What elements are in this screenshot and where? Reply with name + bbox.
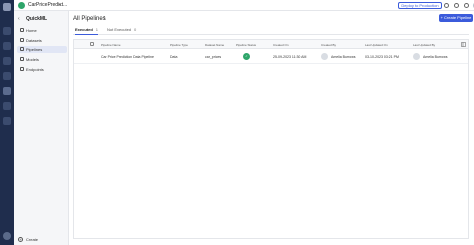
sidebar-title: QuickML: [26, 16, 48, 22]
help-icon[interactable]: [3, 232, 11, 240]
rail-icon-1[interactable]: [3, 27, 11, 35]
project-selector[interactable]: CarPricePredict...: [28, 2, 67, 8]
sidebar-item-endpoints[interactable]: Endpoints: [17, 66, 67, 73]
column-header[interactable]: Pipeline Status: [236, 43, 256, 47]
tab-label: Executed: [75, 27, 93, 32]
status-badge: ✓: [243, 53, 250, 60]
sidebar-item-label: Endpoints: [26, 67, 44, 72]
column-header[interactable]: Dataset Name: [205, 43, 224, 47]
tab-label: Not Executed: [107, 27, 132, 32]
project-logo-icon: [18, 2, 25, 9]
rail-icon-3[interactable]: [3, 57, 11, 65]
deploy-to-production-button[interactable]: Deploy to Production: [398, 2, 442, 9]
rail-icon-7[interactable]: [3, 117, 11, 125]
created-by: Amelia Burrows: [331, 55, 356, 59]
settings-icon[interactable]: [444, 3, 449, 8]
app-logo-icon[interactable]: [3, 3, 11, 11]
sidebar: ‹ QuickML Home Datasets Pipelines Models…: [14, 11, 69, 245]
column-header[interactable]: Created On: [273, 43, 289, 47]
home-icon: [20, 28, 24, 32]
back-icon[interactable]: ‹: [18, 16, 20, 22]
rail-icon-6[interactable]: [3, 102, 11, 110]
datasets-icon: [20, 38, 24, 42]
column-header[interactable]: Created By: [321, 43, 336, 47]
dataset-name: car_prices: [205, 55, 222, 59]
sidebar-item-label: Home: [26, 28, 37, 33]
endpoints-icon: [20, 67, 24, 71]
column-settings-icon[interactable]: [461, 42, 466, 47]
sidebar-item-home[interactable]: Home: [17, 27, 67, 34]
page-title: All Pipelines: [73, 16, 106, 22]
gear-icon[interactable]: [464, 3, 469, 8]
rail-icon-2[interactable]: [3, 42, 11, 50]
sidebar-item-datasets[interactable]: Datasets: [17, 37, 67, 44]
main-content: All Pipelines 1 + Create Pipeline Execut…: [69, 11, 474, 245]
pipeline-count-badge: 1: [103, 16, 106, 22]
models-icon: [20, 57, 24, 61]
top-bar: CarPricePredict... ▾ Deploy to Productio…: [14, 0, 474, 11]
rail-icon-quickml[interactable]: [3, 87, 11, 95]
updated-by: Amelia Burrows: [423, 55, 448, 59]
create-pipeline-button[interactable]: + Create Pipeline: [439, 14, 473, 22]
avatar: [413, 53, 420, 60]
column-header[interactable]: Last Updated By: [413, 43, 435, 47]
pipeline-type: Data: [170, 55, 178, 59]
tab-not-executed[interactable]: Not Executed 0: [107, 27, 136, 35]
pipeline-name[interactable]: Car Price Prediction Data Pipeline: [101, 55, 154, 59]
column-header[interactable]: Pipeline Type: [170, 43, 188, 47]
tab-count: 1: [95, 27, 99, 32]
rail-icon-4[interactable]: [3, 72, 11, 80]
column-header[interactable]: Last Updated On: [365, 43, 388, 47]
select-all-checkbox[interactable]: [90, 42, 94, 46]
avatar: [321, 53, 328, 60]
tab-count: 0: [134, 27, 137, 32]
table-row[interactable]: Car Price Prediction Data Pipeline Data …: [74, 50, 468, 64]
app-rail: [0, 0, 14, 245]
updated-on: 03-10-2023 03:21 PM: [365, 55, 399, 59]
column-header[interactable]: Pipeline Name: [101, 43, 121, 47]
create-button[interactable]: + Create: [18, 237, 38, 242]
pipelines-icon: [20, 47, 24, 51]
sidebar-item-pipelines[interactable]: Pipelines: [17, 46, 67, 53]
chevron-down-icon[interactable]: ▾: [59, 2, 61, 7]
sidebar-item-label: Datasets: [26, 38, 42, 43]
sidebar-item-models[interactable]: Models: [17, 56, 67, 63]
sidebar-item-label: Pipelines: [26, 47, 43, 52]
notification-icon[interactable]: [454, 3, 459, 8]
pipeline-tabs: Executed 1 Not Executed 0: [73, 27, 469, 35]
plus-icon: +: [18, 237, 23, 242]
sidebar-item-label: Models: [26, 57, 39, 62]
tab-executed[interactable]: Executed 1: [75, 27, 99, 35]
table-header: Pipeline Name Pipeline Type Dataset Name…: [74, 40, 468, 49]
created-on: 25-09-2023 11:30 AM: [273, 55, 307, 59]
pipelines-table: Pipeline Name Pipeline Type Dataset Name…: [73, 39, 469, 239]
create-label: Create: [26, 237, 39, 242]
